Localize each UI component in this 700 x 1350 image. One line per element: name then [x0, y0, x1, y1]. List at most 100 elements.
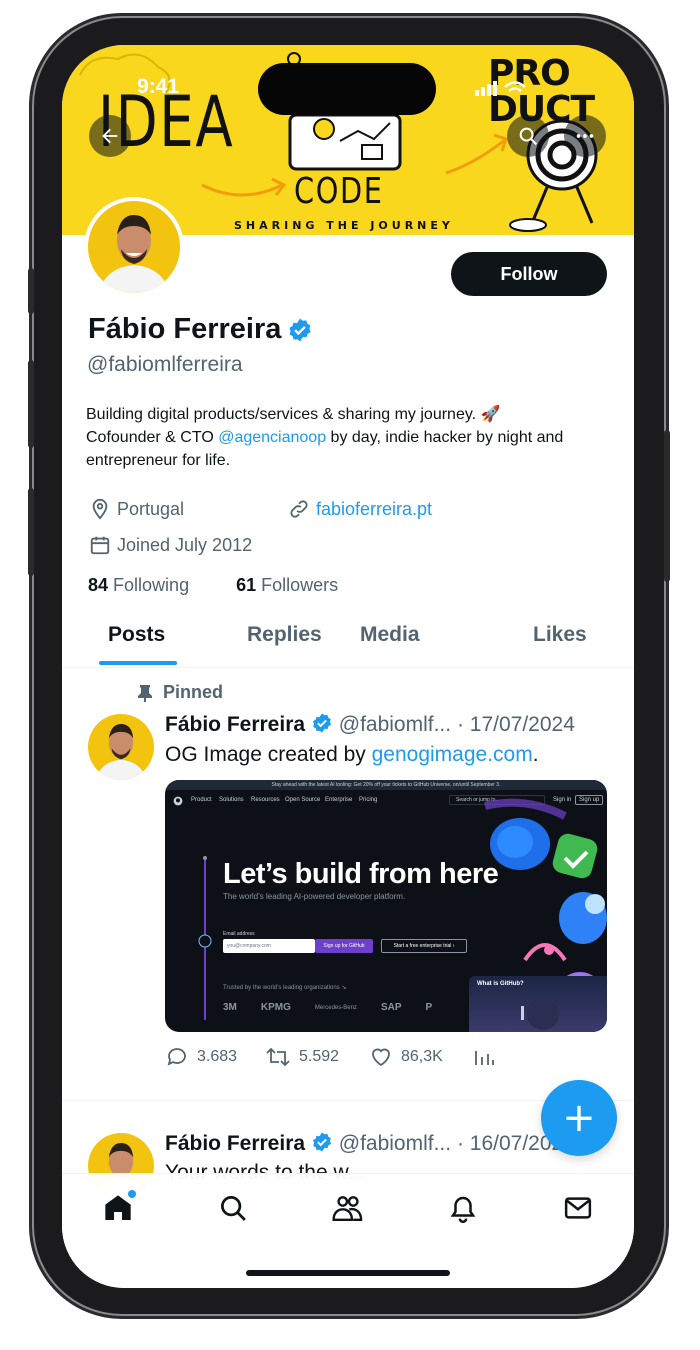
media-subheadline: The world’s leading AI-powered developer…: [223, 892, 406, 901]
followers-link[interactable]: 61 Followers: [236, 575, 338, 595]
tab-likes[interactable]: Likes: [533, 623, 587, 647]
more-icon: [576, 134, 594, 138]
post-header: Fábio Ferreira @fabiomlf... · 16/07/2024: [165, 1131, 575, 1156]
compose-button[interactable]: +: [541, 1080, 617, 1156]
follow-button[interactable]: Follow: [451, 252, 607, 296]
post-separator: ·: [456, 1132, 464, 1155]
reply-count: 3.683: [197, 1048, 238, 1065]
like-count: 86,3K: [401, 1048, 443, 1065]
pinned-label: Pinned: [137, 682, 223, 703]
more-button[interactable]: [564, 115, 606, 157]
post-text-end: .: [532, 743, 539, 766]
like-button[interactable]: 86,3K: [369, 1045, 443, 1069]
dynamic-island: [258, 63, 436, 115]
home-indicator: [246, 1270, 450, 1276]
media-logo: P: [425, 1002, 433, 1013]
media-email-label: Email address: [223, 931, 255, 937]
post-media-image[interactable]: Stay ahead with the latest AI tooling: G…: [165, 780, 607, 1032]
bio-line-2: Cofounder & CTO @agencianoop by day, ind…: [86, 426, 606, 449]
nav-home[interactable]: [98, 1188, 138, 1228]
post-text: OG Image created by genogimage.com.: [165, 743, 539, 767]
tab-replies[interactable]: Replies: [247, 623, 322, 647]
following-label: Following: [113, 575, 190, 595]
repost-button[interactable]: 5.592: [265, 1045, 339, 1069]
following-link[interactable]: 84 Following: [88, 575, 189, 595]
verified-icon: [312, 1132, 331, 1152]
profile-handle: @fabiomlferreira: [87, 353, 243, 376]
search-button[interactable]: [507, 115, 549, 157]
tab-posts[interactable]: Posts: [108, 623, 165, 647]
active-tab-indicator: [99, 661, 177, 665]
post-author-name[interactable]: Fábio Ferreira: [165, 713, 305, 736]
post-text-link[interactable]: genogimage.com: [372, 743, 533, 766]
status-icons: [475, 81, 526, 96]
followers-count: 61: [236, 575, 257, 595]
post-text-body: OG Image created by: [165, 743, 372, 766]
reply-icon: [167, 1048, 186, 1066]
bio-line-3: entrepreneur for life.: [86, 452, 231, 469]
status-time: 9:41: [137, 75, 180, 98]
media-headline: Let’s build from here: [223, 858, 499, 890]
post-separator: ·: [456, 713, 464, 736]
profile-tabs: Posts Replies Media Likes: [62, 615, 634, 668]
nav-communities[interactable]: [328, 1188, 368, 1228]
profile-website[interactable]: fabioferreira.pt: [288, 498, 432, 520]
search-icon: [519, 127, 537, 145]
nav-search[interactable]: [213, 1188, 253, 1228]
bio-text: by day, indie hacker by night and: [326, 429, 564, 446]
calendar-icon: [90, 536, 110, 555]
media-logo: Mercedes-Benz: [314, 1005, 357, 1011]
post-actions: 3.683 5.592 86,3K: [165, 1045, 607, 1073]
back-button[interactable]: [89, 115, 131, 157]
website-link[interactable]: fabioferreira.pt: [316, 499, 432, 520]
tab-media[interactable]: Media: [360, 623, 420, 647]
notification-dot: [128, 1190, 136, 1198]
pin-icon: [138, 684, 152, 702]
banner-tagline: SHARING THE JOURNEY: [234, 219, 454, 232]
following-count: 84: [88, 575, 109, 595]
screen: IDEA CODE PRO DUCT SHARING THE JOURNEY 9…: [62, 45, 634, 1288]
repost-icon: [266, 1047, 290, 1067]
media-trusted-text: Trusted by the world’s leading organizat…: [223, 985, 347, 991]
media-signup-button: Sign up for GitHub: [315, 939, 373, 953]
silent-switch: [28, 268, 34, 314]
post-author-handle: @fabiomlf...: [338, 713, 452, 736]
profile-location: Portugal: [89, 498, 184, 520]
followers-label: Followers: [261, 575, 339, 595]
power-button: [664, 430, 670, 582]
media-logos: 3M KPMG Mercedes-Benz SAP P: [223, 1002, 432, 1013]
bio-mention-link[interactable]: @agencianoop: [218, 429, 326, 446]
views-button[interactable]: [473, 1045, 495, 1069]
post-avatar[interactable]: [88, 714, 154, 780]
profile-name: Fábio Ferreira: [88, 313, 313, 346]
profile-avatar[interactable]: [84, 197, 184, 297]
media-logo: KPMG: [260, 1002, 291, 1013]
profile-joined: Joined July 2012: [89, 534, 252, 556]
profile-counts: 84 Following 61 Followers: [88, 575, 338, 596]
repost-count: 5.592: [299, 1048, 340, 1065]
volume-down-button: [28, 488, 34, 576]
profile-bio: Building digital products/services & sha…: [86, 403, 606, 472]
post-date[interactable]: 17/07/2024: [470, 713, 575, 736]
communities-icon: [332, 1196, 363, 1221]
bottom-navigation: [62, 1173, 634, 1288]
media-email-field: you@company.com: [223, 939, 315, 953]
link-icon: [290, 500, 308, 518]
bio-line-1: Building digital products/services & sha…: [86, 406, 501, 423]
joined-text: Joined July 2012: [117, 534, 253, 555]
profile-name-text: Fábio Ferreira: [88, 313, 282, 345]
views-icon: [475, 1051, 494, 1065]
media-popup-art: [521, 998, 559, 1030]
post-author-name[interactable]: Fábio Ferreira: [165, 1132, 305, 1155]
post-header: Fábio Ferreira @fabiomlf... · 17/07/2024: [165, 712, 575, 737]
arrow-left-icon: [102, 128, 118, 144]
nav-notifications[interactable]: [443, 1188, 483, 1228]
reply-button[interactable]: 3.683: [165, 1045, 237, 1069]
volume-up-button: [28, 360, 34, 448]
media-popup: What is GitHub?: [469, 976, 607, 1032]
location-text: Portugal: [117, 498, 185, 519]
verified-icon: [289, 318, 312, 342]
envelope-icon: [564, 1197, 592, 1219]
nav-messages[interactable]: [558, 1188, 598, 1228]
search-icon: [221, 1196, 246, 1221]
